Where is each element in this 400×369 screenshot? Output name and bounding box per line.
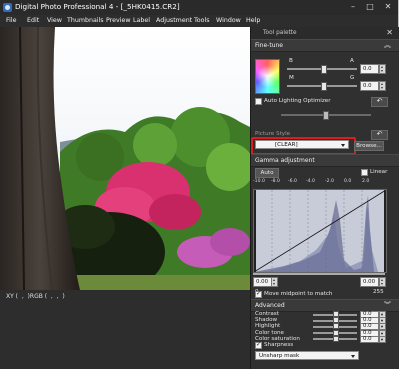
advanced-row-label: Color tone [255,329,284,336]
advanced-row-value[interactable]: 0.0 [360,335,379,343]
b-label: B [289,58,293,64]
auto-lighting-checkbox[interactable] [255,98,262,105]
browse-button[interactable]: Browse... [354,141,384,151]
gamma-title: Gamma adjustment [255,157,315,164]
menu-view[interactable]: View [47,17,62,24]
status-bar: XY ( , )RGB ( , , ) [0,290,250,304]
auto-lighting-reset-icon[interactable]: ↶ [371,97,388,107]
auto-lighting-label: Auto Lighting Optimizer [264,98,331,104]
advanced-row-slider-thumb[interactable] [333,335,339,342]
gamma-tick-label: -8.0 [271,179,280,184]
mg-value[interactable]: 0.0 [360,81,379,91]
move-midpoint-checkbox[interactable] [255,290,262,298]
menu-label[interactable]: Label [133,17,150,24]
gamma-tick-label: -4.0 [306,179,315,184]
move-midpoint-label: Move midpoint to match [264,291,333,297]
chevron-down-icon [351,355,355,358]
chevron-down-icon[interactable]: ︾ [384,300,391,310]
gamma-white-point: 255 [373,289,384,295]
advanced-row-label: Highlight [255,323,281,330]
tool-palette-title: Tool palette [263,30,297,36]
gamma-histogram[interactable] [253,189,387,273]
auto-lighting-level-thumb [323,111,329,120]
histogram-graphic [253,189,387,273]
gamma-left-spinner[interactable] [271,277,278,287]
menu-help[interactable]: Help [246,17,260,24]
menu-window[interactable]: Window [216,17,241,24]
gamma-tick-label: -6.0 [288,179,297,184]
sharpness-label: Sharpness [264,342,294,348]
gamma-tick-label: 0.0 [344,179,352,184]
sharpness-mode-value: Unsharp mask [259,353,300,359]
linear-label: Linear [370,169,388,175]
gamma-tick-label: 2.0 [362,179,370,184]
menu-adjustment[interactable]: Adjustment [156,17,192,24]
linear-checkbox[interactable] [361,169,368,176]
tool-palette-titlebar[interactable]: Tool palette ✕ [251,27,399,39]
gamma-header[interactable]: Gamma adjustment [251,154,399,167]
sharpness-checkbox[interactable] [255,341,262,349]
maximize-button[interactable]: □ [362,1,378,13]
advanced-row-spinner[interactable] [379,335,386,343]
gamma-auto-button[interactable]: Auto [255,168,279,178]
window-title: Digital Photo Professional 4 - [_5HK0415… [15,2,180,11]
menu-file[interactable]: File [6,17,17,24]
garden-photo [0,27,250,290]
ba-value[interactable]: 0.0 [360,64,379,74]
fine-tune-title: Fine-tune [255,42,283,49]
m-label: M [289,75,294,81]
mg-spinner[interactable] [379,81,386,91]
ba-slider-thumb[interactable] [321,65,327,74]
a-label: A [350,58,354,64]
app-window: Digital Photo Professional 4 - [_5HK0415… [0,0,399,369]
advanced-row-slider-thumb[interactable] [333,323,339,330]
app-logo-icon [3,3,12,12]
menu-edit[interactable]: Edit [27,17,39,24]
advanced-row-label: Contrast [255,311,279,317]
menu-bar: File Edit View Thumbnails Preview Label … [0,15,398,27]
close-button[interactable]: ✕ [380,1,396,13]
image-preview[interactable] [0,27,250,290]
menu-preview[interactable]: Preview [106,17,131,24]
empty-workspace [0,304,250,369]
close-icon[interactable]: ✕ [386,28,393,37]
gamma-left-value[interactable]: 0.00 [253,277,272,287]
minimize-button[interactable]: – [345,1,361,13]
advanced-row-slider-thumb[interactable] [333,329,339,336]
menu-thumbnails[interactable]: Thumbnails [67,17,104,24]
gamma-right-spinner[interactable] [379,277,386,287]
pixel-readout: XY ( , )RGB ( , , ) [6,293,65,300]
tool-palette: Tool palette ✕ Fine-tune ︽ B A 0.0 M G 0… [250,27,399,369]
gamma-right-value[interactable]: 0.00 [360,277,379,287]
gamma-tick-label: -2.0 [325,179,334,184]
menu-tools[interactable]: Tools [194,17,210,24]
fine-tune-header[interactable]: Fine-tune ︽ [251,39,399,52]
advanced-row-label: Shadow [255,317,278,324]
advanced-row-slider-thumb[interactable] [333,317,339,324]
picture-style-reset-icon[interactable]: ↶ [371,130,388,140]
chevron-up-icon[interactable]: ︽ [384,40,391,50]
gamma-range-track[interactable] [253,273,385,275]
color-tone-grid[interactable] [255,59,280,94]
gamma-tick-label: -10.0 [253,179,265,184]
advanced-title: Advanced [255,302,285,309]
picture-style-highlight [251,137,356,155]
advanced-row-slider-thumb[interactable] [333,311,339,317]
g-label: G [350,75,355,81]
sharpness-mode-select[interactable]: Unsharp mask [255,351,359,360]
mg-slider-thumb[interactable] [321,82,327,91]
ba-spinner[interactable] [379,64,386,74]
advanced-row-label: Color saturation [255,335,300,342]
title-bar: Digital Photo Professional 4 - [_5HK0415… [0,0,398,16]
